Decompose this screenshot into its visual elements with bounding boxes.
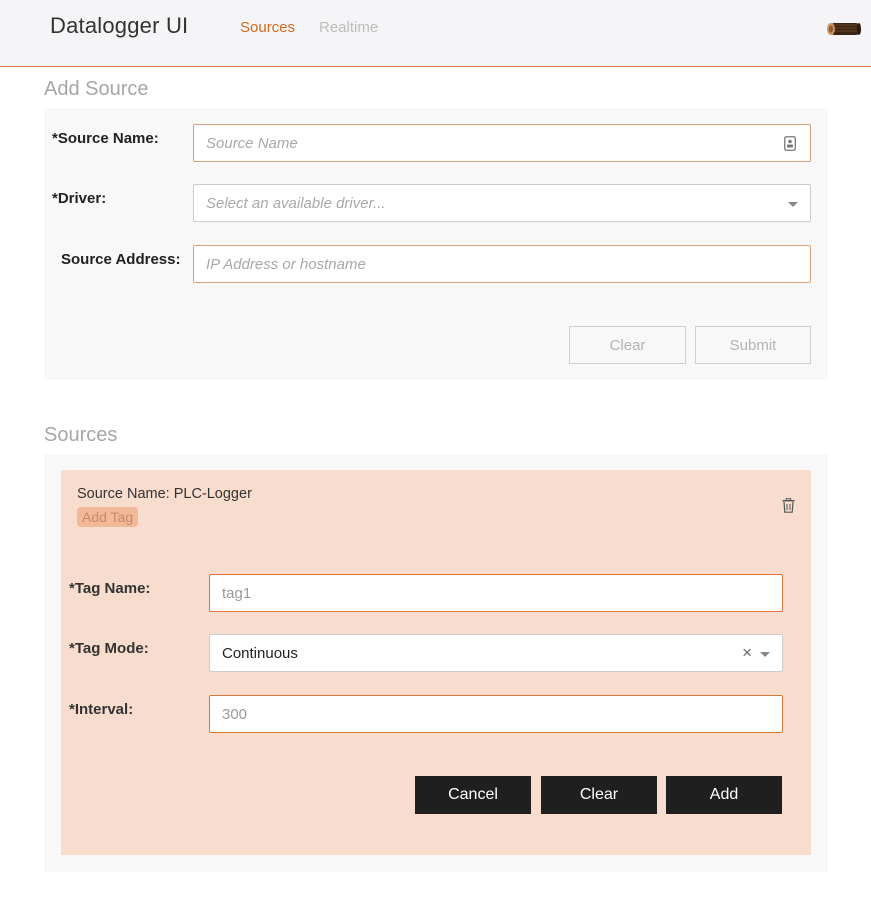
source-card: Source Name: PLC-Logger Add Tag *Tag Nam… <box>61 470 811 855</box>
tag-mode-select[interactable]: Continuous × <box>209 634 783 672</box>
add-source-panel: *Source Name: Source Name *Driver: Selec… <box>44 108 828 380</box>
clear-button[interactable]: Clear <box>569 326 686 364</box>
source-name-label: *Source Name: <box>52 130 159 147</box>
sources-panel: Source Name: PLC-Logger Add Tag *Tag Nam… <box>44 454 828 872</box>
driver-select[interactable]: Select an available driver... <box>193 184 811 222</box>
chevron-down-icon[interactable] <box>788 202 798 207</box>
interval-value: 300 <box>222 705 248 723</box>
cancel-button[interactable]: Cancel <box>415 776 531 814</box>
tag-mode-value: Continuous <box>222 644 298 662</box>
contact-card-icon <box>784 136 796 151</box>
driver-label: *Driver: <box>52 190 107 207</box>
top-navbar: Datalogger UI Sources Realtime <box>0 0 871 67</box>
source-address-placeholder: IP Address or hostname <box>206 255 366 273</box>
submit-button[interactable]: Submit <box>695 326 811 364</box>
app-brand[interactable]: Datalogger UI <box>50 13 188 39</box>
clear-tag-button[interactable]: Clear <box>541 776 657 814</box>
interval-input[interactable]: 300 <box>209 695 783 733</box>
sources-title: Sources <box>44 424 118 446</box>
tag-mode-label: *Tag Mode: <box>69 640 149 657</box>
add-tag-button[interactable]: Add Tag <box>77 507 139 527</box>
nav-sources-link[interactable]: Sources <box>240 19 295 36</box>
trash-icon[interactable] <box>782 498 795 513</box>
source-address-input[interactable]: IP Address or hostname <box>193 245 811 283</box>
log-wood-icon <box>827 23 861 35</box>
source-name-placeholder: Source Name <box>206 134 298 152</box>
clear-selection-icon[interactable]: × <box>742 644 752 662</box>
source-name-text: Source Name: PLC-Logger <box>77 486 252 502</box>
nav-realtime-link[interactable]: Realtime <box>319 19 378 36</box>
source-address-label: Source Address: <box>61 251 181 268</box>
interval-label: *Interval: <box>69 701 134 718</box>
add-source-title: Add Source <box>44 78 149 100</box>
tag-name-value: tag1 <box>222 584 252 602</box>
tag-name-input[interactable]: tag1 <box>209 574 783 612</box>
tag-name-label: *Tag Name: <box>69 580 151 597</box>
chevron-down-icon[interactable] <box>760 652 770 657</box>
add-button[interactable]: Add <box>666 776 782 814</box>
source-name-input[interactable]: Source Name <box>193 124 811 162</box>
driver-placeholder: Select an available driver... <box>206 194 386 212</box>
